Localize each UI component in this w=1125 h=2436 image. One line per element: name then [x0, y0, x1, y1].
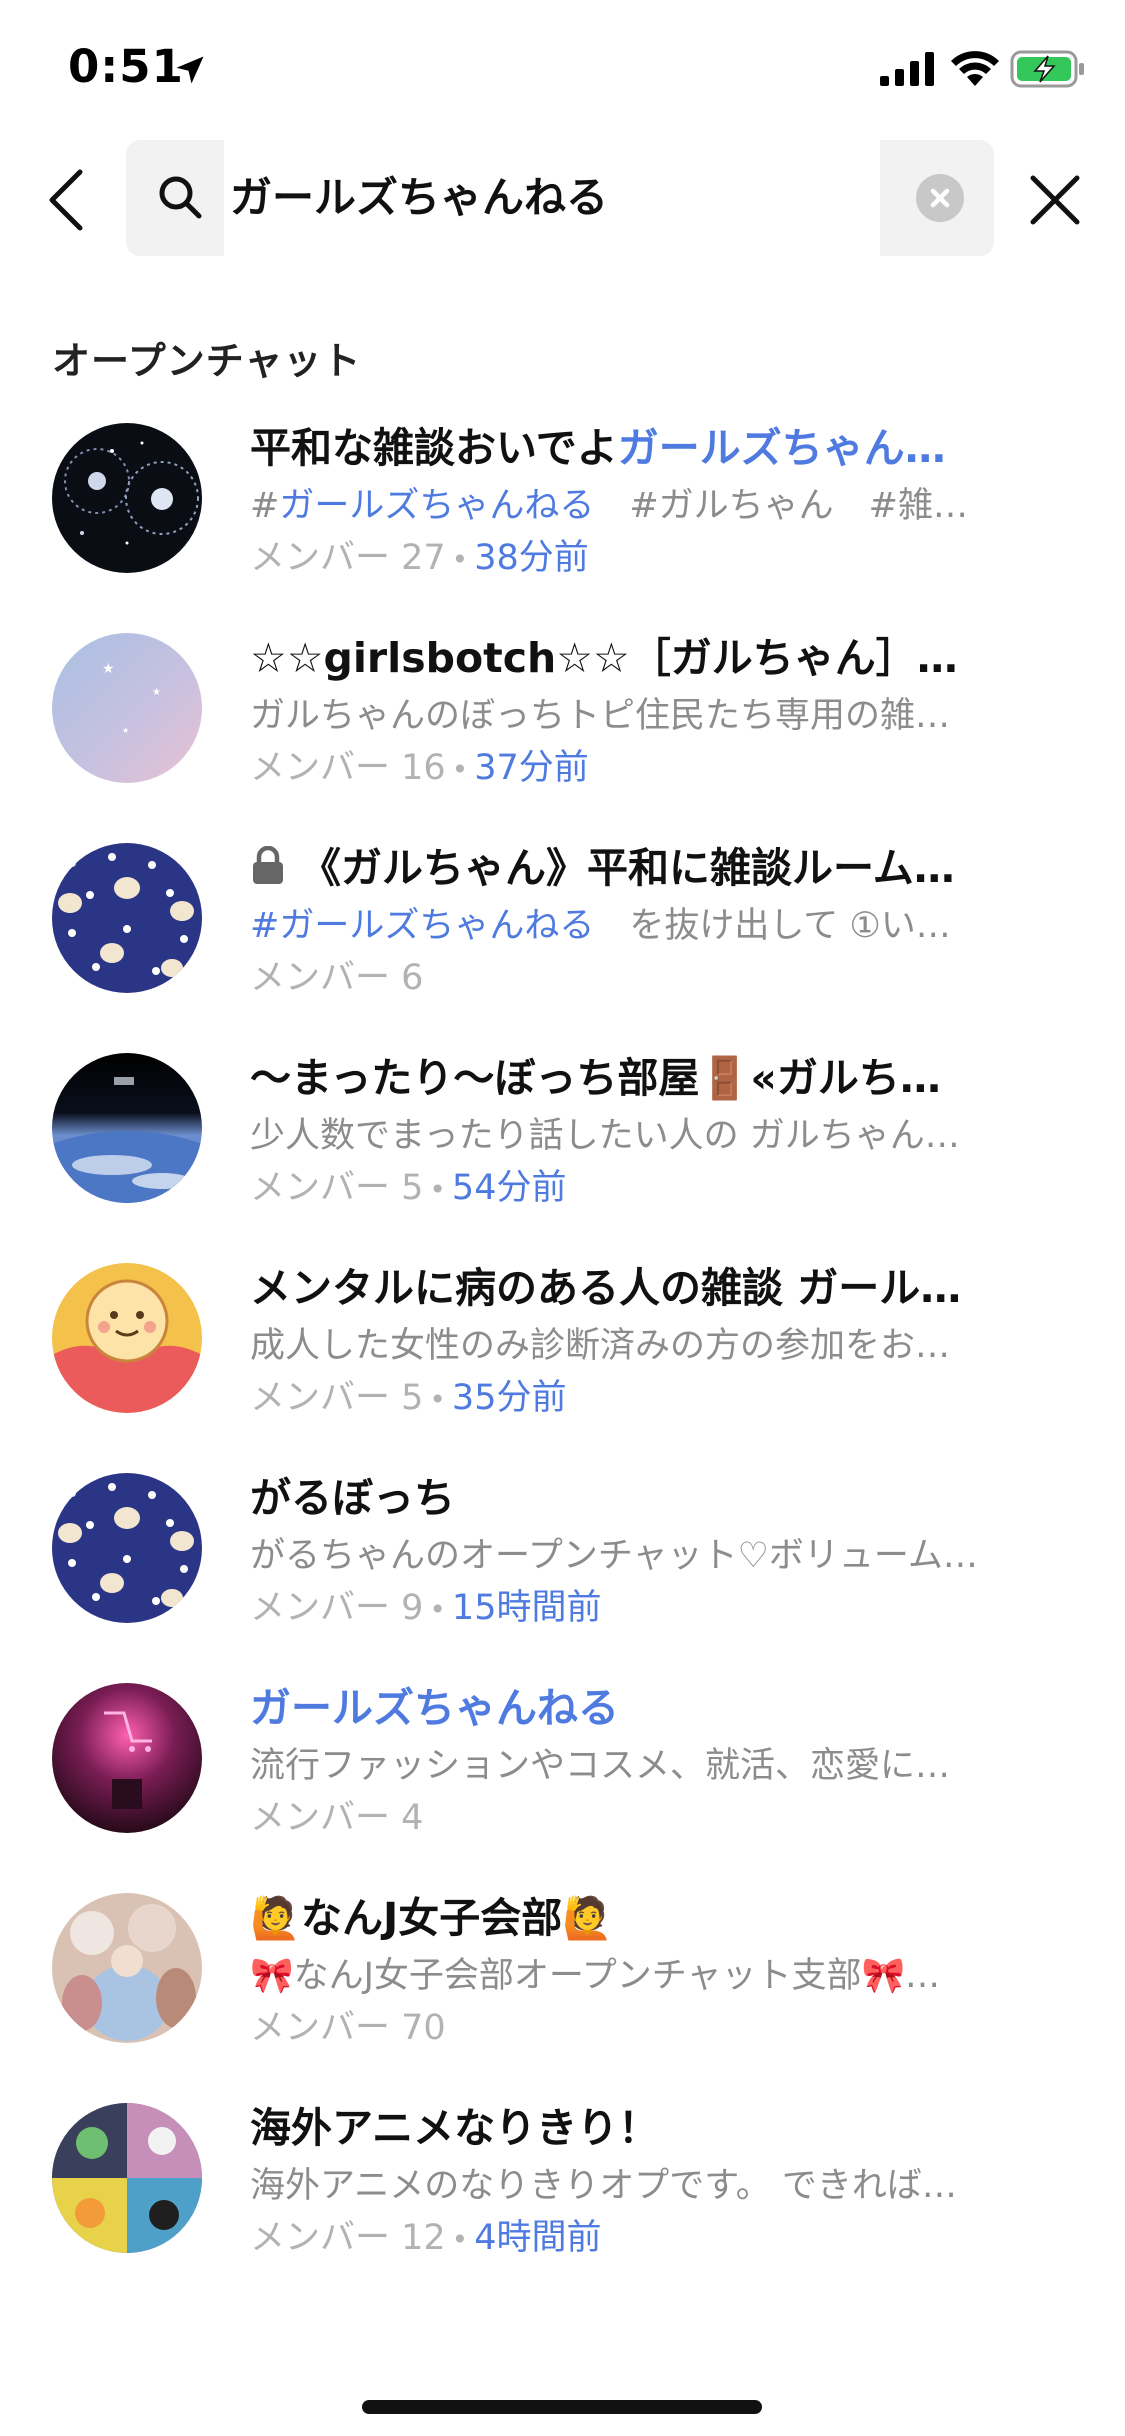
item-description: #ガールズちゃんねる #ガルちゃん #雑…	[250, 486, 968, 526]
avatar: ★ ★ ★	[52, 633, 202, 783]
last-active-time: 54分前	[451, 1168, 567, 1208]
chevron-left-icon	[49, 169, 83, 231]
close-button[interactable]	[1020, 162, 1090, 238]
item-meta: メンバー 27 • 38分前	[250, 538, 589, 578]
item-title: 海外アニメなりきり！	[250, 2104, 660, 2152]
list-item[interactable]: メンタルに病のある人の雑談 ガール… 成人した女性のみ診断済みの方の参加をお… …	[0, 1260, 1125, 1470]
member-count: メンバー 12	[250, 2218, 446, 2258]
battery-charging-icon	[1010, 50, 1084, 88]
list-item[interactable]: ガールズちゃんねる 流行ファッションやコスメ、就活、恋愛に… メンバー 4	[0, 1680, 1125, 1890]
avatar	[52, 1683, 202, 1833]
item-description: 流行ファッションやコスメ、就活、恋愛に…	[250, 1746, 951, 1786]
status-bar: 0:51	[0, 0, 1125, 135]
item-description: 🎀なんJ女子会部オープンチャット支部🎀…	[250, 1956, 941, 1996]
avatar	[52, 1053, 202, 1203]
item-title: メンタルに病のある人の雑談 ガール…	[250, 1264, 962, 1312]
search-input[interactable]	[224, 140, 870, 256]
item-title: ☆☆girlsbotch☆☆［ガルちゃん］…	[250, 634, 958, 682]
list-item[interactable]: 《ガルちゃん》平和に雑談ルーム… #ガールズちゃんねる を抜け出して ①い… メ…	[0, 840, 1125, 1050]
item-title: 《ガルちゃん》平和に雑談ルーム…	[250, 840, 995, 896]
item-description: 海外アニメのなりきりオプです。 できれば…	[250, 2166, 957, 2206]
wifi-icon	[951, 51, 999, 86]
search-icon	[159, 176, 202, 219]
avatar	[52, 843, 202, 993]
item-meta: メンバー 5 • 54分前	[250, 1168, 567, 1208]
back-button[interactable]	[36, 162, 96, 238]
avatar	[52, 423, 202, 573]
item-meta: メンバー 9 • 15時間前	[250, 1588, 602, 1628]
member-count: メンバー 27	[250, 538, 446, 578]
avatar	[52, 1263, 202, 1413]
cellular-signal-icon	[880, 52, 934, 86]
list-item[interactable]: 海外アニメなりきり！ 海外アニメのなりきりオプです。 できれば… メンバー 12…	[0, 2100, 1125, 2310]
item-title: 〜まったり〜ぼっち部屋🚪«ガルち…	[250, 1054, 941, 1102]
member-count: メンバー 4	[250, 1798, 424, 1838]
list-item[interactable]: 🙋なんJ女子会部🙋 🎀なんJ女子会部オープンチャット支部🎀… メンバー 70	[0, 1890, 1125, 2100]
member-count: メンバー 16	[250, 748, 446, 788]
svg-text:★: ★	[122, 726, 129, 735]
svg-text:★: ★	[102, 661, 115, 677]
item-meta: メンバー 4	[250, 1792, 995, 1844]
clear-x-icon	[930, 188, 950, 208]
item-description: 成人した女性のみ診断済みの方の参加をお…	[250, 1326, 951, 1366]
item-title: 🙋なんJ女子会部🙋	[250, 1894, 614, 1942]
member-count: メンバー 6	[250, 958, 424, 998]
member-count: メンバー 9	[250, 1588, 424, 1628]
list-item[interactable]: ★ ★ ★ ☆☆girlsbotch☆☆［ガルちゃん］… ガルちゃんのぼっちトピ…	[0, 630, 1125, 840]
item-title: ガールズちゃんねる	[250, 1684, 619, 1732]
item-description: 少人数でまったり話したい人の ガルちゃん…	[250, 1116, 960, 1156]
clear-search-button[interactable]	[916, 174, 964, 222]
item-meta: メンバー 6	[250, 952, 995, 1004]
item-title: 平和な雑談おいでよガールズちゃん…	[250, 424, 946, 472]
item-title: がるぼっち	[250, 1474, 455, 1522]
item-meta: メンバー 12 • 4時間前	[250, 2218, 602, 2258]
close-icon	[1030, 175, 1080, 225]
item-meta: メンバー 16 • 37分前	[250, 748, 589, 788]
item-meta: メンバー 70	[250, 2002, 995, 2054]
member-count: メンバー 5	[250, 1378, 424, 1418]
last-active-time: 15時間前	[451, 1588, 602, 1628]
location-arrow-icon	[176, 56, 204, 84]
lock-icon	[253, 846, 283, 884]
avatar	[52, 2103, 202, 2253]
item-meta: メンバー 5 • 35分前	[250, 1378, 567, 1418]
avatar	[52, 1473, 202, 1623]
last-active-time: 35分前	[451, 1378, 567, 1418]
member-count: メンバー 5	[250, 1168, 424, 1208]
svg-text:★: ★	[152, 687, 161, 698]
screen: 0:51 ガールズちゃんねる オープンチャット 平和な雑談おいでよガールズちゃん…	[0, 0, 1125, 2436]
item-description: ガルちゃんのぼっちトピ住民たち専用の雑…	[250, 696, 951, 736]
list-item[interactable]: がるぼっち がるちゃんのオープンチャット♡ボリューム… メンバー 9 • 15時間前	[0, 1470, 1125, 1680]
list-item[interactable]: 平和な雑談おいでよガールズちゃん… #ガールズちゃんねる #ガルちゃん #雑… …	[0, 420, 1125, 630]
section-title: オープンチャット	[52, 339, 362, 383]
member-count: メンバー 70	[250, 2008, 446, 2048]
last-active-time: 38分前	[474, 538, 589, 578]
list-item[interactable]: 〜まったり〜ぼっち部屋🚪«ガルち… 少人数でまったり話したい人の ガルちゃん… …	[0, 1050, 1125, 1260]
search-header	[0, 140, 1125, 260]
openchat-results-list: 平和な雑談おいでよガールズちゃん… #ガールズちゃんねる #ガルちゃん #雑… …	[0, 420, 1125, 2310]
avatar	[52, 1893, 202, 2043]
home-indicator[interactable]	[362, 2400, 762, 2414]
item-description: がるちゃんのオープンチャット♡ボリューム…	[250, 1536, 978, 1576]
search-bar[interactable]	[126, 140, 994, 256]
item-description: #ガールズちゃんねる を抜け出して ①い…	[250, 906, 951, 946]
status-time: 0:51	[68, 40, 184, 93]
last-active-time: 4時間前	[474, 2218, 602, 2258]
last-active-time: 37分前	[474, 748, 589, 788]
